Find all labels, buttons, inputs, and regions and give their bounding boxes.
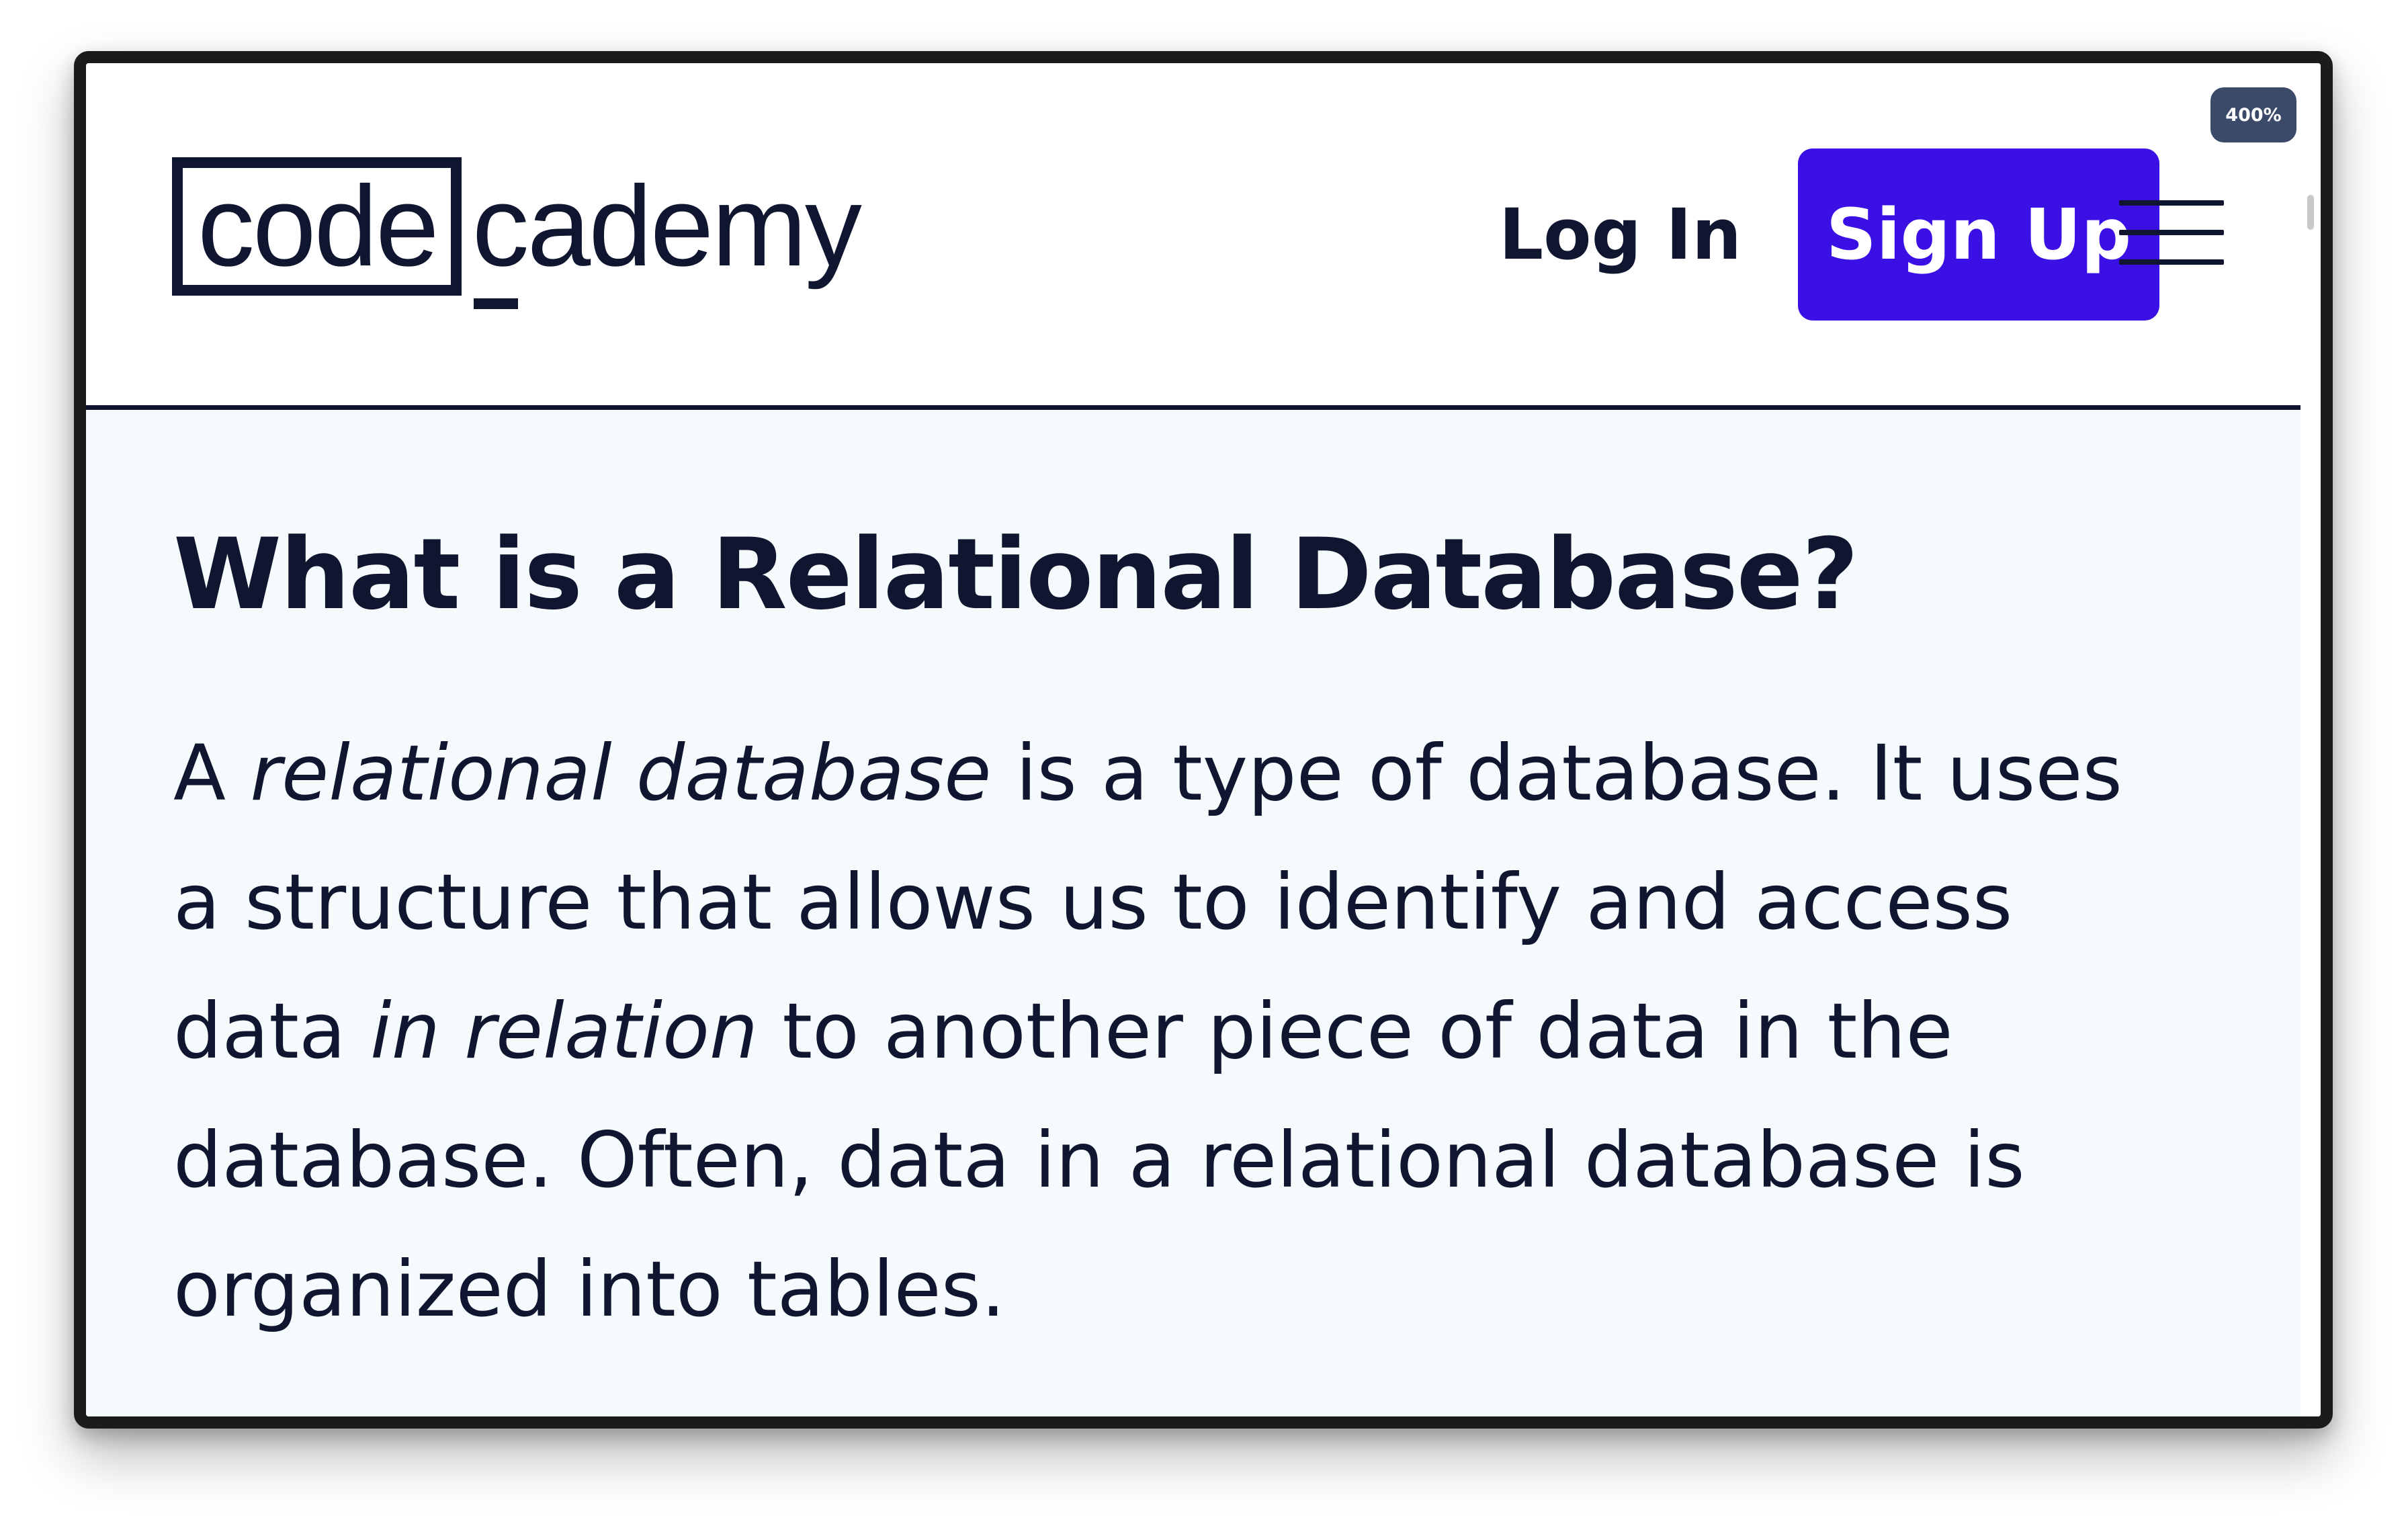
- logo-cursor-mark: [473, 298, 518, 309]
- header-actions: Log In Sign Up: [1499, 148, 2159, 321]
- site-header: code cademy Log In Sign Up: [86, 63, 2300, 410]
- article-paragraph: A relational database is a type of datab…: [173, 709, 2176, 1354]
- menu-bar: [2119, 259, 2224, 265]
- article-title: What is a Relational Database?: [173, 517, 1858, 632]
- logo-text: cademy: [472, 169, 862, 309]
- menu-bar: [2119, 200, 2224, 206]
- emphasis-in-relation: in relation: [370, 986, 759, 1076]
- codecademy-logo[interactable]: code cademy: [172, 152, 862, 309]
- signup-button[interactable]: Sign Up: [1798, 148, 2159, 321]
- hamburger-menu-icon[interactable]: [2119, 200, 2224, 267]
- article-content: What is a Relational Database? A relatio…: [86, 410, 2300, 1416]
- vertical-scrollbar[interactable]: [2300, 63, 2321, 1416]
- menu-bar: [2119, 230, 2224, 235]
- logo-rest-text: cademy: [472, 163, 862, 290]
- paragraph-text: A: [173, 728, 251, 818]
- logo-boxed-text: code: [172, 157, 462, 296]
- browser-window: 400% code cademy Log In Sign Up What is …: [74, 51, 2333, 1429]
- emphasis-relational-database: relational database: [250, 728, 992, 818]
- zoom-level-badge: 400%: [2210, 87, 2296, 142]
- login-link[interactable]: Log In: [1499, 194, 1742, 275]
- scrollbar-thumb[interactable]: [2307, 195, 2314, 230]
